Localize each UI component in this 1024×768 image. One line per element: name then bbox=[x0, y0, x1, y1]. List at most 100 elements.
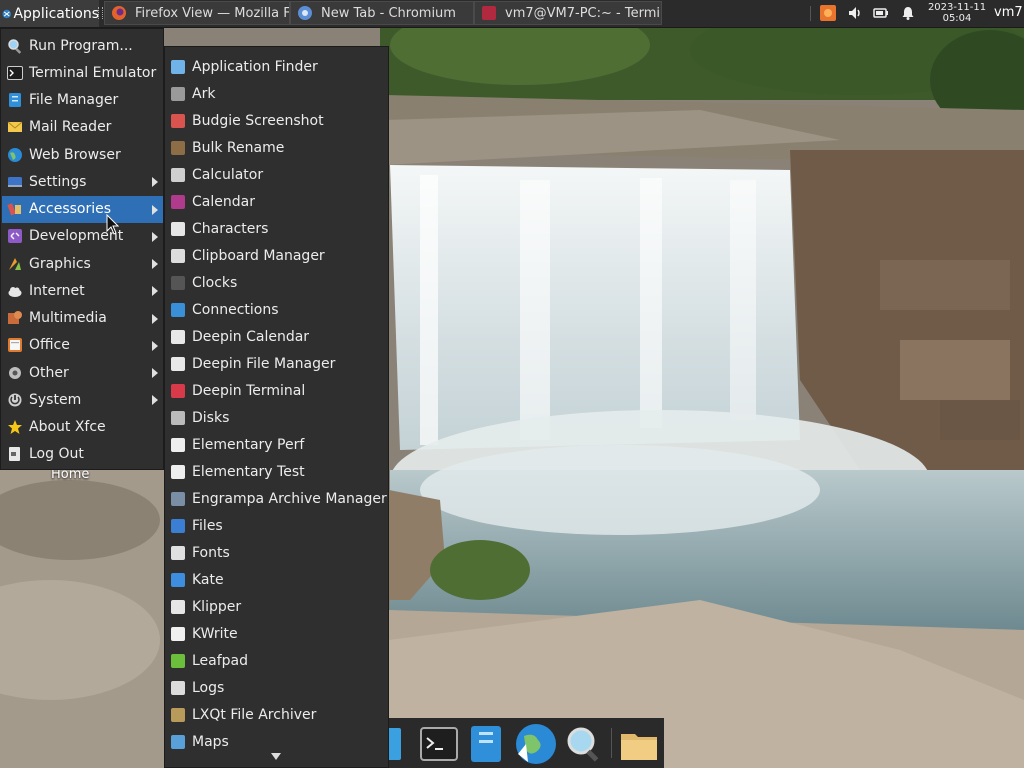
submenu-item-label: Bulk Rename bbox=[192, 139, 285, 156]
submenu-item-disks[interactable]: Disks bbox=[165, 404, 388, 431]
system-icon bbox=[7, 392, 23, 408]
submenu-item-label: Calendar bbox=[192, 193, 255, 210]
disks-icon bbox=[171, 410, 185, 425]
submenu-item-label: Maps bbox=[192, 733, 229, 750]
leafpad-icon bbox=[171, 653, 185, 668]
volume-icon[interactable] bbox=[847, 5, 863, 21]
submenu-arrow-icon bbox=[152, 395, 158, 406]
submenu-item-elementary-perf[interactable]: Elementary Perf bbox=[165, 431, 388, 458]
panel-separator bbox=[810, 6, 811, 21]
submenu-item-kate[interactable]: Kate bbox=[165, 566, 388, 593]
maps-icon bbox=[171, 734, 185, 749]
submenu-item-lxqt-file-archiver[interactable]: LXQt File Archiver bbox=[165, 701, 388, 728]
menu-item-terminal-emulator[interactable]: Terminal Emulator bbox=[2, 59, 163, 86]
taskbar-item-terminal[interactable]: vm7@VM7-PC:~ - Termi... bbox=[474, 1, 662, 25]
notification-bell-icon[interactable] bbox=[900, 5, 916, 21]
submenu-item-label: Logs bbox=[192, 679, 225, 696]
submenu-item-label: Budgie Screenshot bbox=[192, 112, 324, 129]
deepin-calendar-icon bbox=[171, 329, 185, 344]
submenu-item-clipboard-manager[interactable]: Clipboard Manager bbox=[165, 242, 388, 269]
submenu-item-calendar[interactable]: Calendar bbox=[165, 188, 388, 215]
panel-clock[interactable]: 2023-11-11 05:04 bbox=[926, 2, 988, 24]
elementary-test-icon bbox=[171, 464, 185, 479]
applications-label: Applications bbox=[13, 5, 99, 22]
submenu-item-label: Leafpad bbox=[192, 652, 249, 669]
menu-item-other[interactable]: Other bbox=[2, 359, 163, 386]
submenu-item-label: Ark bbox=[192, 85, 216, 102]
submenu-item-characters[interactable]: Characters bbox=[165, 215, 388, 242]
user-menu[interactable]: vm7 bbox=[994, 5, 1023, 20]
menu-item-graphics[interactable]: Graphics bbox=[2, 250, 163, 277]
xfce-logo-icon bbox=[2, 9, 11, 18]
submenu-item-fonts[interactable]: Fonts bbox=[165, 539, 388, 566]
submenu-item-maps[interactable]: Maps bbox=[165, 728, 388, 755]
submenu-item-files[interactable]: Files bbox=[165, 512, 388, 539]
menu-item-mail-reader[interactable]: Mail Reader bbox=[2, 114, 163, 141]
submenu-item-deepin-file-manager[interactable]: Deepin File Manager bbox=[165, 350, 388, 377]
submenu-item-budgie-screenshot[interactable]: Budgie Screenshot bbox=[165, 107, 388, 134]
menu-item-office[interactable]: Office bbox=[2, 332, 163, 359]
submenu-item-klipper[interactable]: Klipper bbox=[165, 593, 388, 620]
menu-item-label: Accessories bbox=[29, 201, 112, 217]
menu-item-system[interactable]: System bbox=[2, 386, 163, 413]
submenu-item-label: Clipboard Manager bbox=[192, 247, 325, 264]
menu-item-label: Internet bbox=[29, 282, 85, 299]
applications-menu: Run Program... Terminal Emulator File Mana… bbox=[0, 28, 164, 470]
menu-item-label: Log Out bbox=[29, 446, 84, 463]
submenu-item-label: Deepin Calendar bbox=[192, 328, 310, 345]
menu-item-label: Settings bbox=[29, 173, 87, 190]
other-icon bbox=[7, 365, 23, 381]
battery-icon[interactable] bbox=[873, 5, 889, 21]
clock-time: 05:04 bbox=[942, 13, 972, 24]
terminal-icon bbox=[7, 65, 23, 81]
submenu-item-deepin-calendar[interactable]: Deepin Calendar bbox=[165, 323, 388, 350]
menu-item-log-out[interactable]: Log Out bbox=[2, 441, 163, 468]
submenu-item-kwrite[interactable]: KWrite bbox=[165, 620, 388, 647]
applications-menu-button[interactable]: Applications bbox=[0, 0, 99, 27]
submenu-item-label: Clocks bbox=[192, 274, 238, 291]
folder-icon[interactable] bbox=[619, 724, 659, 764]
taskbar-item-firefox[interactable]: Firefox View — Mozilla F... bbox=[104, 1, 290, 25]
file-manager-icon bbox=[7, 92, 23, 108]
firefox-tray-icon[interactable] bbox=[820, 5, 836, 21]
menu-item-label: Graphics bbox=[29, 255, 91, 272]
menu-item-multimedia[interactable]: Multimedia bbox=[2, 305, 163, 332]
menu-item-web-browser[interactable]: Web Browser bbox=[2, 141, 163, 168]
file-manager-icon[interactable] bbox=[469, 724, 503, 764]
submenu-item-engrampa-archive-manager[interactable]: Engrampa Archive Manager bbox=[165, 485, 388, 512]
firefox-icon bbox=[112, 6, 126, 20]
submenu-item-connections[interactable]: Connections bbox=[165, 296, 388, 323]
web-browser-icon[interactable] bbox=[514, 722, 558, 766]
app-finder-icon[interactable] bbox=[564, 724, 604, 764]
elementary-perf-icon bbox=[171, 437, 185, 452]
submenu-item-label: Elementary Perf bbox=[192, 436, 305, 453]
settings-icon bbox=[7, 174, 23, 190]
scroll-down-arrow-icon[interactable] bbox=[271, 753, 281, 760]
menu-item-label: Multimedia bbox=[29, 310, 107, 326]
submenu-item-leafpad[interactable]: Leafpad bbox=[165, 647, 388, 674]
menu-item-label: System bbox=[29, 391, 82, 408]
submenu-arrow-icon bbox=[152, 313, 158, 324]
taskbar-item-chromium[interactable]: New Tab - Chromium bbox=[290, 1, 474, 25]
terminal-icon[interactable] bbox=[419, 724, 459, 764]
connections-icon bbox=[171, 302, 185, 317]
submenu-item-application-finder[interactable]: Application Finder bbox=[165, 53, 388, 80]
menu-item-accessories[interactable]: Accessories bbox=[2, 195, 163, 223]
submenu-item-clocks[interactable]: Clocks bbox=[165, 269, 388, 296]
deepin-file-manager-icon bbox=[171, 356, 185, 371]
submenu-item-ark[interactable]: Ark bbox=[165, 80, 388, 107]
development-icon bbox=[7, 228, 23, 244]
submenu-item-calculator[interactable]: Calculator bbox=[165, 161, 388, 188]
menu-item-run-program[interactable]: Run Program... bbox=[2, 32, 163, 59]
multimedia-icon bbox=[7, 310, 23, 326]
submenu-item-elementary-test[interactable]: Elementary Test bbox=[165, 458, 388, 485]
submenu-item-deepin-terminal[interactable]: Deepin Terminal bbox=[165, 377, 388, 404]
submenu-item-bulk-rename[interactable]: Bulk Rename bbox=[165, 134, 388, 161]
submenu-item-logs[interactable]: Logs bbox=[165, 674, 388, 701]
menu-item-settings[interactable]: Settings bbox=[2, 168, 163, 195]
menu-item-file-manager[interactable]: File Manager bbox=[2, 87, 163, 114]
menu-item-about-xfce[interactable]: About Xfce bbox=[2, 414, 163, 441]
menu-item-development[interactable]: Development bbox=[2, 223, 163, 250]
menu-item-internet[interactable]: Internet bbox=[2, 277, 163, 304]
globe-icon bbox=[7, 147, 23, 163]
